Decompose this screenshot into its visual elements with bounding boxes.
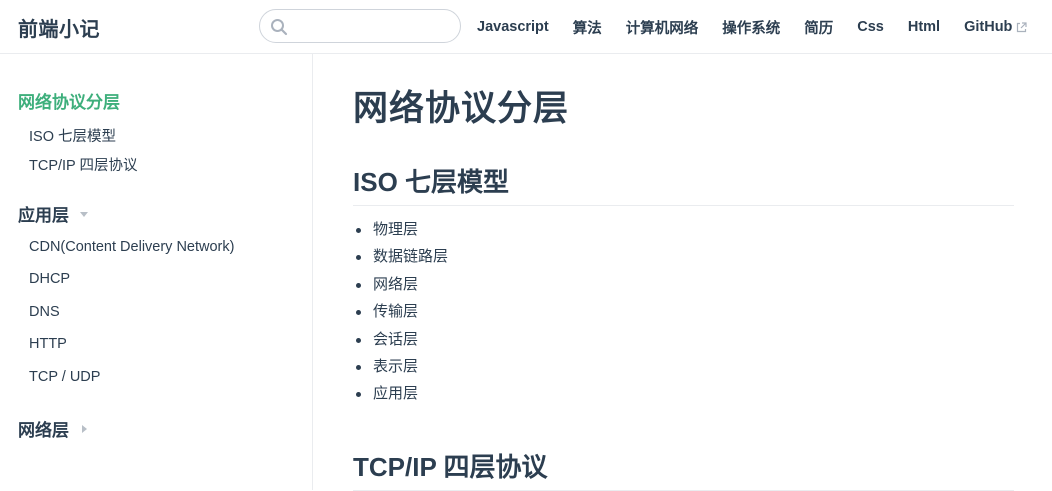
main-content: 网络协议分层 ISO 七层模型 物理层 数据链路层 网络层 传输层 会话层 表示…: [313, 54, 1052, 491]
nav-link-networking[interactable]: 计算机网络: [626, 17, 699, 38]
top-navbar: 前端小记 Javascript 算法 计算机网络 操作系统 简历 Css Htm…: [0, 0, 1052, 54]
sidebar: 网络协议分层 ISO 七层模型 TCP/IP 四层协议 应用层 CDN(Cont…: [0, 54, 313, 490]
nav-link-javascript[interactable]: Javascript: [477, 19, 549, 35]
chevron-right-icon: [82, 424, 87, 433]
search-icon: [271, 19, 288, 36]
nav-link-github-label: GitHub: [964, 19, 1013, 35]
sidebar-group-protocol-layers[interactable]: 网络协议分层: [18, 88, 120, 113]
external-link-icon: [1017, 21, 1028, 32]
nav-link-github[interactable]: GitHub: [964, 19, 1028, 35]
nav-link-html[interactable]: Html: [908, 19, 940, 35]
list-item: 传输层: [353, 300, 448, 327]
sidebar-item-http[interactable]: HTTP: [29, 336, 67, 352]
list-item: 表示层: [353, 355, 448, 382]
list-item: 物理层: [353, 218, 448, 245]
chevron-down-icon: [80, 211, 88, 217]
sidebar-group-network-layer[interactable]: 网络层: [18, 416, 89, 441]
list-item: 应用层: [353, 382, 448, 409]
iso-layer-list: 物理层 数据链路层 网络层 传输层 会话层 表示层 应用层: [353, 218, 448, 410]
section-heading-tcpip: TCP/IP 四层协议: [353, 447, 1014, 491]
section-heading-iso: ISO 七层模型: [353, 162, 1014, 206]
search-input[interactable]: [294, 14, 454, 38]
sidebar-item-cdn[interactable]: CDN(Content Delivery Network): [29, 239, 234, 255]
sidebar-group-label: 网络层: [18, 421, 69, 440]
nav-link-css[interactable]: Css: [857, 19, 884, 35]
sidebar-item-dhcp[interactable]: DHCP: [29, 271, 70, 287]
sidebar-item-dns[interactable]: DNS: [29, 304, 60, 320]
sidebar-item-tcp-udp[interactable]: TCP / UDP: [29, 369, 100, 385]
nav-links: Javascript 算法 计算机网络 操作系统 简历 Css Html Git…: [477, 17, 1028, 38]
list-item: 会话层: [353, 328, 448, 355]
nav-link-algorithms[interactable]: 算法: [573, 17, 602, 38]
sidebar-group-label: 应用层: [18, 206, 69, 225]
site-name-link[interactable]: 前端小记: [18, 13, 100, 42]
sidebar-group-application-layer[interactable]: 应用层: [18, 201, 89, 226]
sidebar-item-tcpip[interactable]: TCP/IP 四层协议: [29, 154, 138, 175]
page-title: 网络协议分层: [353, 89, 570, 128]
search-box[interactable]: [259, 9, 461, 43]
list-item: 网络层: [353, 273, 448, 300]
nav-link-resume[interactable]: 简历: [804, 17, 833, 38]
list-item: 数据链路层: [353, 245, 448, 272]
sidebar-item-iso-model[interactable]: ISO 七层模型: [29, 125, 116, 146]
nav-link-os[interactable]: 操作系统: [722, 17, 780, 38]
